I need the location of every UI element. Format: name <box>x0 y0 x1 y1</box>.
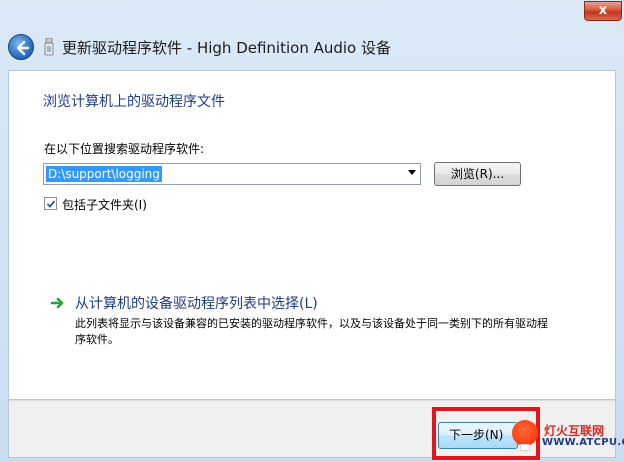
browse-button[interactable]: 浏览(R)... <box>434 162 521 186</box>
watermark-url: WWW.ATCPU.COM <box>542 437 624 448</box>
back-arrow-icon <box>16 40 30 56</box>
lightbulb-icon <box>512 420 538 446</box>
page-heading: 浏览计算机上的驱动程序文件 <box>43 94 225 110</box>
search-location-label: 在以下位置搜索驱动程序软件: <box>44 142 205 156</box>
usb-device-icon <box>44 38 54 56</box>
close-button[interactable]: x <box>584 1 622 21</box>
title-bar: 更新驱动程序软件 - High Definition Audio 设备 <box>0 26 624 68</box>
pick-from-list-title[interactable]: 从计算机的设备驱动程序列表中选择(L) <box>75 293 318 313</box>
pick-from-list-description: 此列表将显示与该设备兼容的已安装的驱动程序软件，以及与该设备处于同一类别下的所有… <box>75 317 548 346</box>
pick-from-list-link[interactable]: 从计算机的设备驱动程序列表中选择(L) 此列表将显示与该设备兼容的已安装的驱动程… <box>51 293 571 349</box>
back-button[interactable] <box>8 34 34 60</box>
include-subfolders-label[interactable]: 包括子文件夹(I) <box>62 196 147 213</box>
lightbulb-base <box>520 444 530 451</box>
checkmark-icon <box>46 200 56 208</box>
driver-path-combobox[interactable]: D:\support\logging <box>43 163 421 185</box>
driver-path-input[interactable]: D:\support\logging <box>46 166 162 182</box>
window-title: 更新驱动程序软件 - High Definition Audio 设备 <box>62 39 391 57</box>
site-watermark: 灯火互联网 WWW.ATCPU.COM <box>508 414 624 460</box>
include-subfolders-checkbox[interactable] <box>44 197 57 210</box>
content-panel: 浏览计算机上的驱动程序文件 在以下位置搜索驱动程序软件: D:\support\… <box>8 70 616 400</box>
green-arrow-icon <box>51 297 64 309</box>
chevron-down-icon[interactable] <box>408 170 416 176</box>
